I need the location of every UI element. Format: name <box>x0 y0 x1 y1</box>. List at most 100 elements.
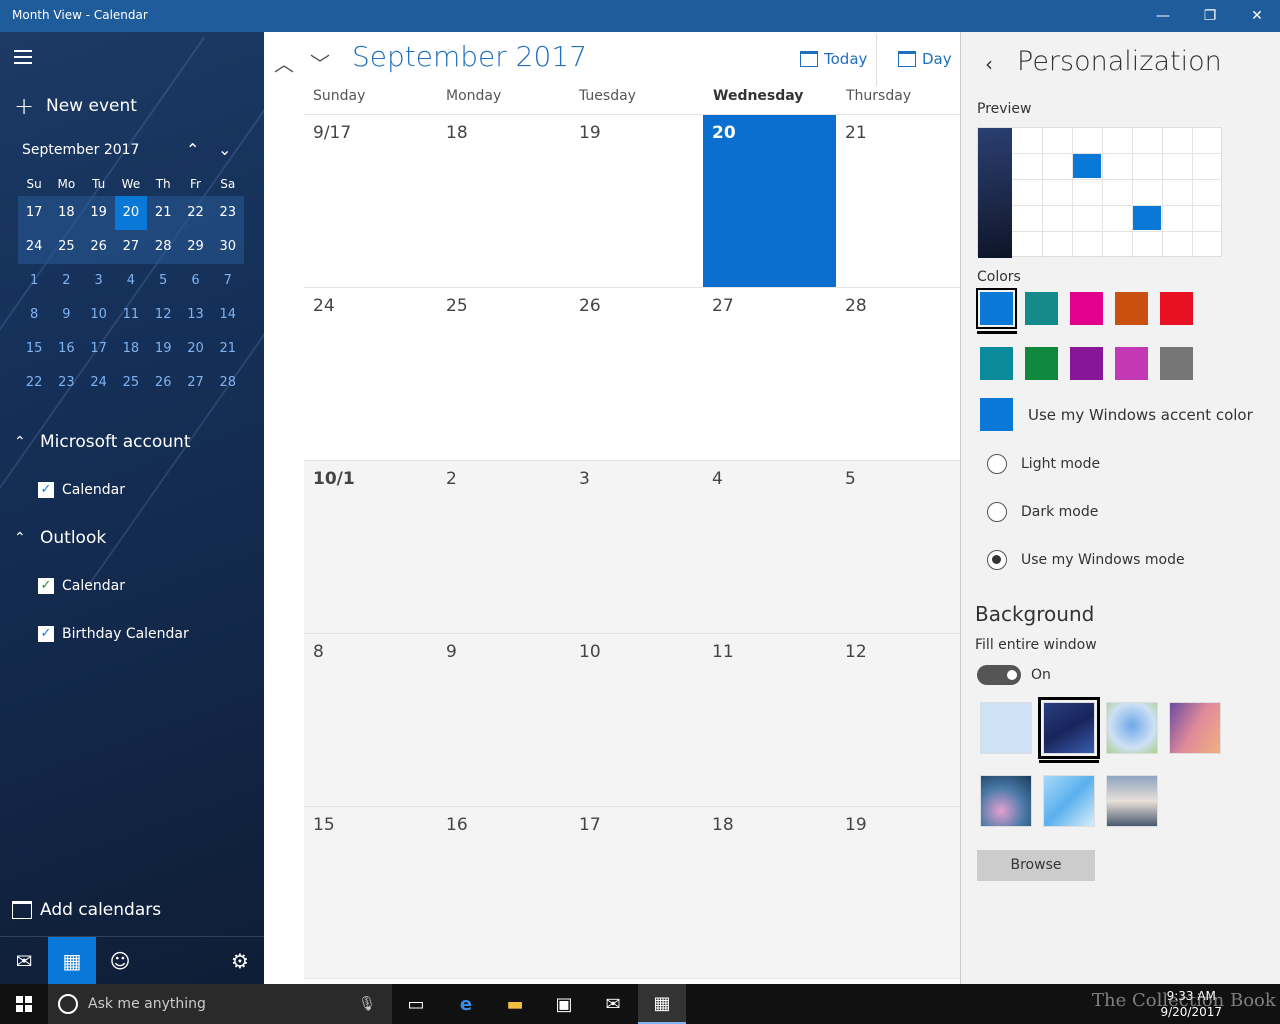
mini-day[interactable]: 21 <box>212 332 244 366</box>
settings-gear-icon[interactable]: ⚙ <box>216 937 264 984</box>
accent-color-label[interactable]: Use my Windows accent color <box>1028 406 1253 424</box>
mini-day[interactable]: 18 <box>115 332 147 366</box>
previous-month-icon[interactable]: ︿ <box>274 48 294 77</box>
mini-day[interactable]: 6 <box>179 264 211 298</box>
background-thumbnail-tree[interactable] <box>1106 702 1158 754</box>
next-month-icon[interactable]: ﹀ <box>310 48 330 77</box>
mini-day[interactable]: 10 <box>83 298 115 332</box>
background-thumbnail-landscape[interactable] <box>1106 775 1158 827</box>
mini-day[interactable]: 22 <box>18 366 50 400</box>
day-cell[interactable]: 19 <box>836 807 969 979</box>
day-cell[interactable]: 19 <box>570 115 703 287</box>
mini-day[interactable]: 27 <box>114 230 148 264</box>
mini-day[interactable]: 14 <box>212 298 244 332</box>
add-calendars-button[interactable]: Add calendars <box>12 900 161 920</box>
mini-day[interactable]: 16 <box>50 332 82 366</box>
minimize-button[interactable]: — <box>1140 0 1186 32</box>
checkbox-checked-icon[interactable]: ✓ <box>38 578 54 594</box>
mini-day[interactable]: 23 <box>211 196 244 230</box>
day-cell[interactable]: 28 <box>836 288 969 460</box>
account-outlook[interactable]: ⌃ Outlook <box>14 528 106 548</box>
mini-day[interactable]: 3 <box>83 264 115 298</box>
mini-day[interactable]: 18 <box>50 196 83 230</box>
month-title[interactable]: September 2017 <box>352 40 587 73</box>
background-thumbnail-geometric[interactable] <box>1043 775 1095 827</box>
mini-day[interactable]: 1 <box>18 264 50 298</box>
color-swatch[interactable] <box>976 288 1017 329</box>
day-cell[interactable]: 8 <box>304 634 437 806</box>
people-icon[interactable]: ☺ <box>96 937 144 984</box>
cortana-search-box[interactable]: Ask me anything 🎙 <box>48 984 392 1024</box>
calendar-taskbar-icon[interactable]: ▦ <box>638 984 686 1024</box>
light-mode-option[interactable]: Light mode <box>987 454 1100 474</box>
radio-icon[interactable] <box>987 454 1007 474</box>
day-cell[interactable]: 9/17 <box>304 115 437 287</box>
mini-day-today[interactable]: 20 <box>114 196 148 230</box>
mini-day[interactable]: 26 <box>82 230 115 264</box>
mini-day[interactable]: 26 <box>147 366 179 400</box>
mini-day[interactable]: 8 <box>18 298 50 332</box>
day-cell[interactable]: 27 <box>703 288 836 460</box>
new-event-button[interactable]: + New event <box>14 92 137 120</box>
day-cell[interactable]: 11 <box>703 634 836 806</box>
day-cell[interactable]: 4 <box>703 461 836 633</box>
day-cell[interactable]: 16 <box>437 807 570 979</box>
mini-day[interactable]: 28 <box>212 366 244 400</box>
day-cell[interactable]: 18 <box>703 807 836 979</box>
windows-start-icon[interactable] <box>0 984 48 1024</box>
mini-day[interactable]: 17 <box>83 332 115 366</box>
restore-button[interactable]: ❐ <box>1187 0 1233 32</box>
mini-day[interactable]: 24 <box>18 230 51 264</box>
day-cell[interactable]: 2 <box>437 461 570 633</box>
microphone-icon[interactable]: 🎙 <box>358 996 376 1012</box>
day-cell[interactable]: 12 <box>836 634 969 806</box>
mini-day[interactable]: 30 <box>211 230 244 264</box>
browse-button[interactable]: Browse <box>977 850 1095 881</box>
mini-day[interactable]: 22 <box>179 196 212 230</box>
mini-day[interactable]: 23 <box>50 366 82 400</box>
color-swatch[interactable] <box>980 347 1013 380</box>
day-cell[interactable]: 9 <box>437 634 570 806</box>
mini-day[interactable]: 19 <box>147 332 179 366</box>
mini-day[interactable]: 25 <box>115 366 147 400</box>
day-cell[interactable]: 3 <box>570 461 703 633</box>
mini-day[interactable]: 12 <box>147 298 179 332</box>
mini-day[interactable]: 15 <box>18 332 50 366</box>
day-cell[interactable]: 26 <box>570 288 703 460</box>
mini-day[interactable]: 25 <box>50 230 83 264</box>
radio-icon[interactable] <box>987 502 1007 522</box>
mini-day[interactable]: 28 <box>147 230 180 264</box>
day-cell[interactable]: 17 <box>570 807 703 979</box>
chevron-up-icon[interactable]: ⌃ <box>186 140 199 159</box>
mini-day[interactable]: 5 <box>147 264 179 298</box>
day-cell[interactable]: 18 <box>437 115 570 287</box>
day-cell[interactable]: 25 <box>437 288 570 460</box>
store-icon[interactable]: ▣ <box>540 984 588 1024</box>
calendar-item-birthday-calendar[interactable]: ✓ Birthday Calendar <box>38 626 189 642</box>
mini-day[interactable]: 24 <box>83 366 115 400</box>
day-cell-selected[interactable]: 20 <box>703 115 836 287</box>
mini-day[interactable]: 2 <box>50 264 82 298</box>
mini-day[interactable]: 27 <box>179 366 211 400</box>
calendar-icon[interactable]: ▦ <box>48 937 96 984</box>
back-arrow-icon[interactable]: ‹ <box>985 52 993 76</box>
color-swatch[interactable] <box>1160 292 1193 325</box>
today-button[interactable]: Today <box>800 50 867 68</box>
mini-day[interactable]: 20 <box>179 332 211 366</box>
color-swatch[interactable] <box>1025 292 1058 325</box>
mini-day[interactable]: 11 <box>115 298 147 332</box>
fill-window-toggle[interactable] <box>977 665 1021 685</box>
menu-icon[interactable] <box>14 50 34 64</box>
task-view-icon[interactable]: ▭ <box>392 984 440 1024</box>
background-thumbnail-canyon[interactable] <box>1169 702 1221 754</box>
account-microsoft[interactable]: ⌃ Microsoft account <box>14 432 191 452</box>
day-cell[interactable]: 24 <box>304 288 437 460</box>
radio-selected-icon[interactable] <box>987 550 1007 570</box>
edge-browser-icon[interactable]: e <box>442 984 490 1024</box>
dark-mode-option[interactable]: Dark mode <box>987 502 1098 522</box>
day-cell[interactable]: 15 <box>304 807 437 979</box>
color-swatch[interactable] <box>1115 347 1148 380</box>
background-thumbnail-plain[interactable] <box>980 702 1032 754</box>
background-thumbnail-starry[interactable] <box>1038 697 1100 759</box>
mini-day[interactable]: 7 <box>212 264 244 298</box>
